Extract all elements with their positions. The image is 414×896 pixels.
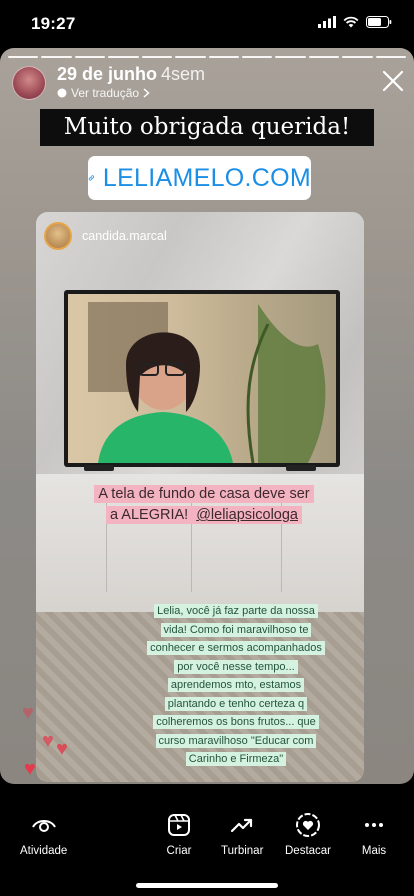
boost-label: Turbinar xyxy=(221,845,264,857)
profile-avatar[interactable] xyxy=(12,66,46,100)
progress-segment xyxy=(74,56,106,58)
floating-hearts: ♥ ♥ ♥ ♥ ♥ xyxy=(18,703,88,784)
story-viewer[interactable]: 29 de junho 4sem Ver tradução Muito obrig… xyxy=(0,48,414,784)
tv-screen xyxy=(68,294,336,463)
battery-icon xyxy=(366,16,392,28)
video-call-person-illustration xyxy=(88,302,326,463)
signal-icon xyxy=(318,16,336,28)
link-sticker[interactable]: LELIAMELO.COM xyxy=(88,156,311,200)
progress-segment xyxy=(375,56,407,58)
progress-segment xyxy=(275,56,306,58)
story-age: 4sem xyxy=(161,64,206,84)
story-header: 29 de junho 4sem Ver tradução xyxy=(10,64,404,104)
story-date-text: 29 de junho xyxy=(57,64,158,84)
status-time: 19:27 xyxy=(31,14,76,33)
status-bar: 19:27 xyxy=(0,0,414,48)
repost-author[interactable]: candida.marcal xyxy=(44,222,167,250)
home-indicator[interactable] xyxy=(136,883,278,888)
eye-icon xyxy=(31,812,57,838)
more-dots-icon xyxy=(361,812,387,838)
see-translation-link[interactable]: Ver tradução xyxy=(57,86,150,100)
television xyxy=(64,290,340,467)
reels-icon xyxy=(166,812,192,838)
tv-stand xyxy=(286,465,316,471)
comment-line: aprendemos mto, estamos xyxy=(167,678,305,692)
comment-line: por você nesse tempo... xyxy=(174,659,298,674)
progress-segment xyxy=(241,56,273,58)
story-date: 29 de junho 4sem xyxy=(57,64,205,85)
link-icon xyxy=(88,175,95,181)
activity-label: Atividade xyxy=(20,845,68,857)
progress-segment xyxy=(175,56,206,58)
comment-line: curso maravilhoso "Educar com xyxy=(155,733,317,748)
globe-icon xyxy=(57,88,67,98)
story-progress-bar xyxy=(8,56,407,58)
heart-icon: ♥ xyxy=(42,730,54,752)
comment-line: conhecer e sermos acompanhados xyxy=(147,641,325,655)
highlight-heart-icon xyxy=(295,812,321,838)
create-button[interactable]: Criar xyxy=(166,812,192,857)
wifi-icon xyxy=(343,16,359,28)
story-title-text: Muito obrigada querida! xyxy=(40,109,374,146)
progress-segment xyxy=(41,56,72,58)
progress-segment xyxy=(108,56,139,58)
comment-line: Carinho e Firmeza" xyxy=(185,752,287,766)
green-comment-caption: Lelia, você já faz parte da nossa vida! … xyxy=(128,602,344,769)
heart-icon: ♥ xyxy=(22,702,34,724)
bottom-action-bar: Atividade Criar Turbinar Destacar Mais xyxy=(0,800,414,896)
more-label: Mais xyxy=(361,845,387,857)
tv-stand xyxy=(84,465,114,471)
close-icon[interactable] xyxy=(382,70,404,92)
progress-segment xyxy=(141,56,173,58)
pink-caption: A tela de fundo de casa deve ser a ALEGR… xyxy=(94,484,314,526)
progress-segment xyxy=(342,56,373,58)
heart-icon: ♥ xyxy=(24,758,36,780)
heart-icon: ♥ xyxy=(56,738,68,760)
trending-up-icon xyxy=(229,812,255,838)
mention-link[interactable]: @leliapsicologa xyxy=(192,506,302,524)
progress-segment xyxy=(208,56,239,58)
create-label: Criar xyxy=(166,845,192,857)
progress-segment xyxy=(308,56,340,58)
repost-avatar[interactable] xyxy=(44,222,72,250)
comment-line: vida! Como foi maravilhoso te xyxy=(160,622,312,637)
link-sticker-label: LELIAMELO.COM xyxy=(102,163,311,192)
chevron-right-icon xyxy=(143,88,150,98)
repost-username[interactable]: candida.marcal xyxy=(82,229,167,243)
more-button[interactable]: Mais xyxy=(361,812,387,857)
highlight-label: Destacar xyxy=(285,845,332,857)
reposted-story[interactable]: candida.marcal A tela de fundo de casa d… xyxy=(36,212,364,782)
progress-segment xyxy=(8,56,39,58)
activity-button[interactable]: Atividade xyxy=(20,812,67,857)
comment-line: colheremos os bons frutos... que xyxy=(153,715,319,729)
comment-line: Lelia, você já faz parte da nossa xyxy=(154,604,318,618)
status-icons xyxy=(318,16,392,28)
boost-button[interactable]: Turbinar xyxy=(221,812,263,857)
comment-line: plantando e tenho certeza q xyxy=(164,696,308,711)
see-translation-label: Ver tradução xyxy=(71,86,140,100)
highlight-button[interactable]: Destacar xyxy=(285,812,331,857)
